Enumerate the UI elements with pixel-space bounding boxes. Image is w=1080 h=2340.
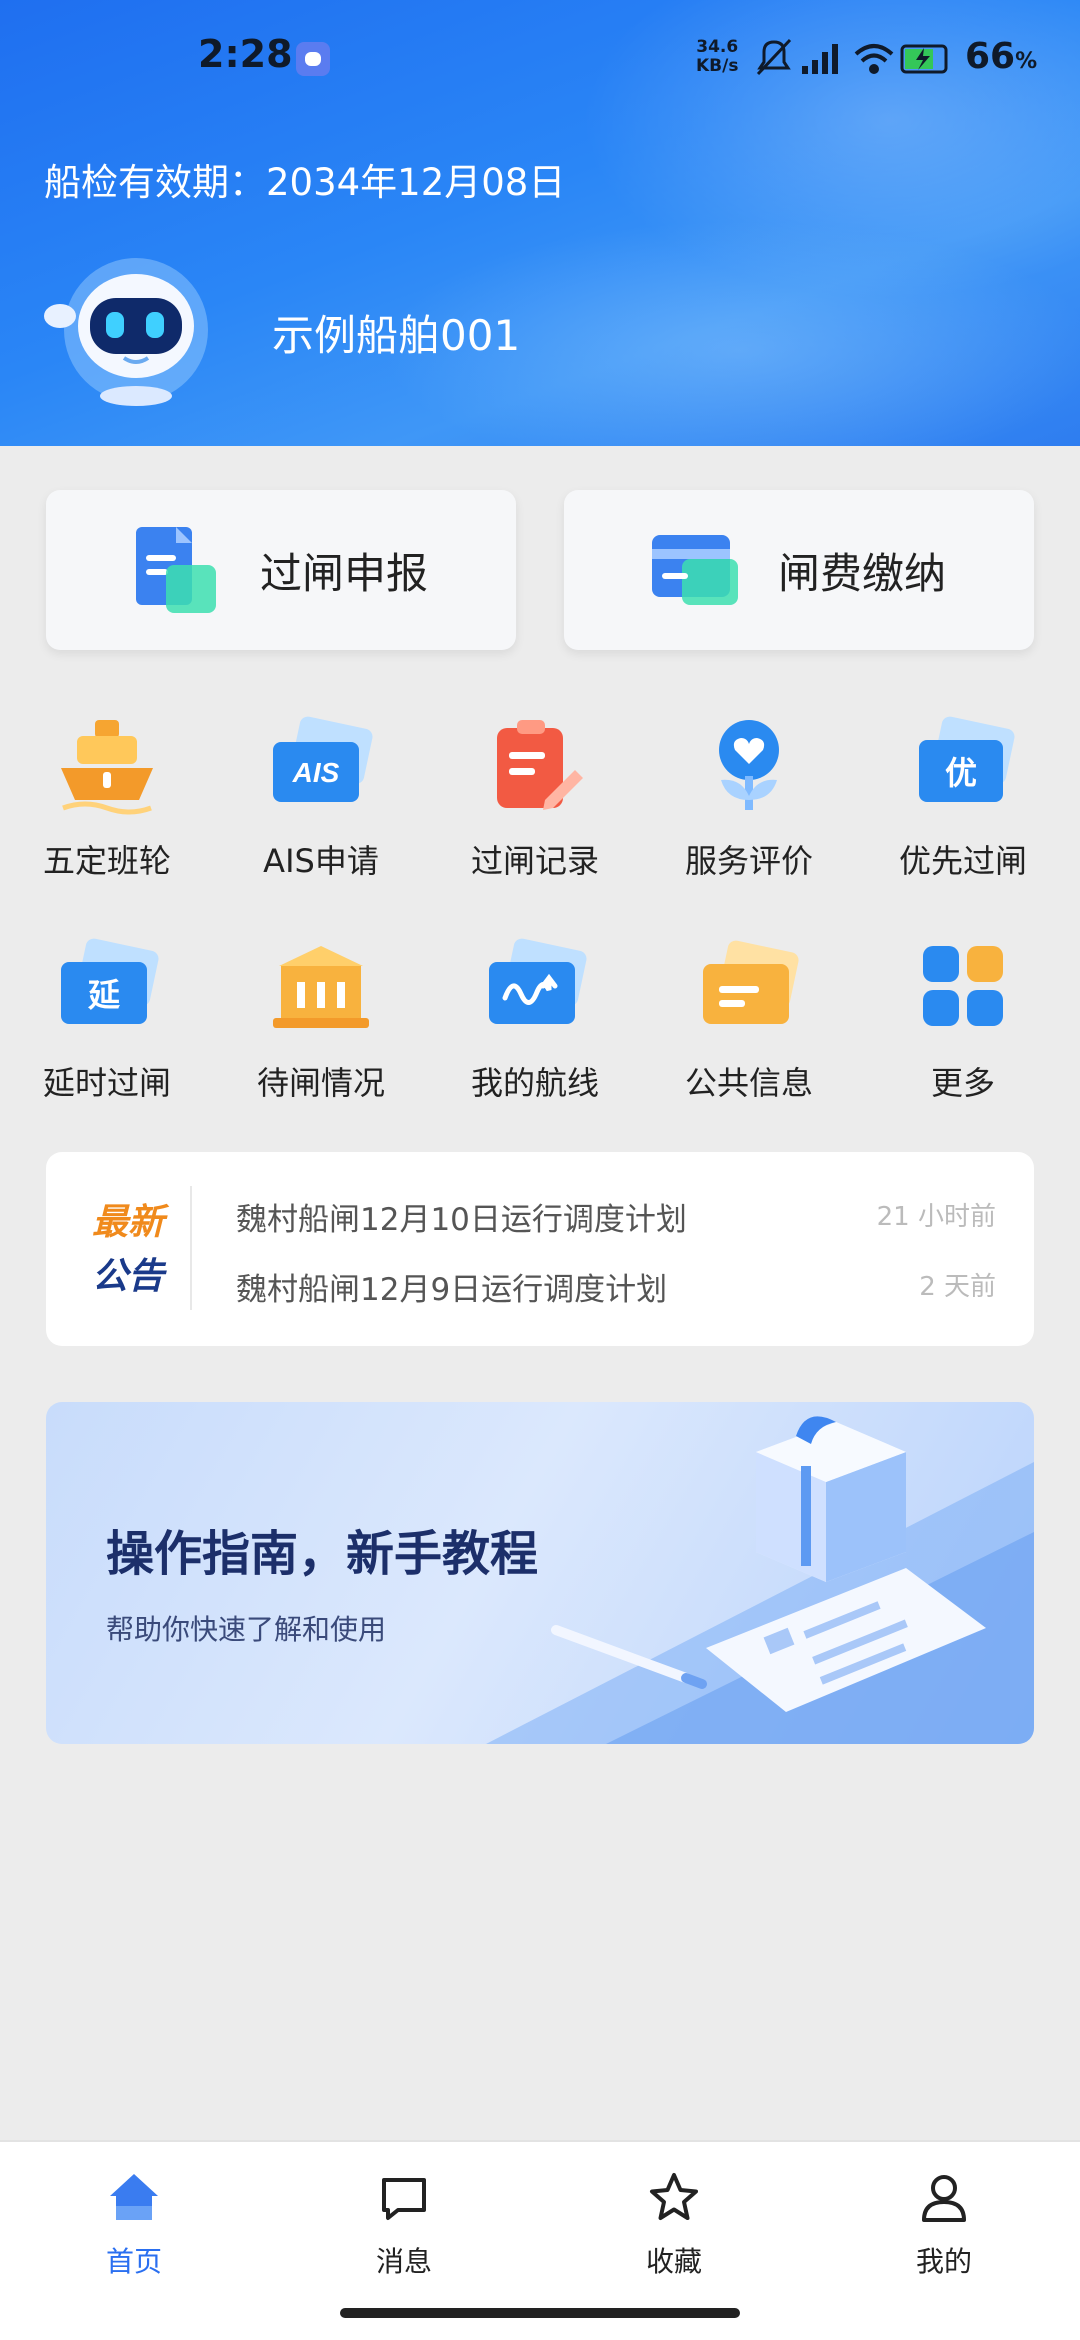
more-grid-icon [923,946,1003,1026]
lock-pass-declaration-card[interactable]: 过闸申报 [46,490,516,650]
announcement-time: 21 小时前 [876,1202,996,1232]
tab-label: 收藏 [645,2245,702,2278]
robot-avatar-icon[interactable] [44,246,224,410]
tutorial-title: 操作指南，新手教程 [106,1526,539,1582]
home-icon [110,2174,158,2220]
tab-messages[interactable]: 消息 [314,2170,494,2280]
menu-item-priority-pass[interactable]: 优 优先过闸 [856,714,1070,882]
announcement-time: 2 天前 [919,1272,996,1302]
menu-label: 延时过闸 [42,1064,171,1102]
menu-label: 优先过闸 [898,842,1027,880]
menu-label: 过闸记录 [470,842,599,880]
lock-fee-payment-card[interactable]: 闸费缴纳 [564,490,1034,650]
tab-label: 我的 [915,2245,972,2278]
menu-label: 我的航线 [470,1064,599,1102]
battery-level: 66% [965,36,1038,77]
heart-flower-icon [719,720,779,810]
ais-icon: AIS [273,716,373,802]
status-icons [756,38,948,76]
menu-item-my-route[interactable]: 我的航线 [428,936,642,1104]
route-icon [489,938,587,1024]
svg-text:优: 优 [945,754,977,792]
menu-item-delayed-pass[interactable]: 延 延时过闸 [0,936,214,1104]
delay-icon: 延 [61,938,159,1024]
network-speed: 34.6 KB/s [696,37,739,76]
menu-label: 五定班轮 [42,842,171,880]
status-time: 2:28 [198,32,293,76]
divider [190,1186,192,1310]
lock-gate-icon [273,946,369,1028]
ship-name: 示例船舶001 [272,311,521,360]
tutorial-subtitle: 帮助你快速了解和使用 [106,1613,387,1646]
menu-item-service-rating[interactable]: 服务评价 [642,714,856,882]
inspection-validity: 船检有效期：2034年12月08日 [44,161,566,204]
announcement-title: 魏村船闸12月9日运行调度计划 [236,1272,668,1308]
tab-favorites[interactable]: 收藏 [584,2170,764,2280]
svg-text:AIS: AIS [292,757,340,788]
header-banner: 2:28 34.6 KB/s 66% 船检有效期：2034年12月08日 示例船… [0,0,1080,446]
tab-home[interactable]: 首页 [44,2170,224,2280]
signal-icon [802,44,838,74]
battery-charging-icon [900,44,948,74]
menu-item-waiting-status[interactable]: 待闸情况 [214,936,428,1104]
svg-text:延: 延 [87,976,121,1014]
card-icon [652,535,738,605]
status-bar: 2:28 34.6 KB/s 66% [0,0,1080,118]
info-folder-icon [703,940,799,1024]
clipboard-icon [497,720,583,810]
menu-item-more[interactable]: 更多 [856,936,1070,1104]
menu-item-ais-application[interactable]: AIS AIS申请 [214,714,428,882]
menu-label: AIS申请 [263,842,379,880]
app-notification-icon [296,42,330,76]
menu-item-public-info[interactable]: 公共信息 [642,936,856,1104]
menu-label: 服务评价 [684,842,813,880]
message-icon [382,2178,426,2220]
user-icon [922,2175,966,2222]
tab-label: 首页 [105,2245,162,2278]
announcement-card: 最新 公告 魏村船闸12月10日运行调度计划 21 小时前 魏村船闸12月9日运… [46,1152,1034,1346]
lock-fee-payment-label: 闸费缴纳 [778,548,947,598]
wifi-icon [854,44,894,74]
lock-pass-declaration-label: 过闸申报 [260,548,429,598]
ship-icon [61,720,153,815]
announcement-badge: 最新 公告 [92,1202,165,1297]
announcement-item[interactable]: 魏村船闸12月10日运行调度计划 21 小时前 [236,1194,996,1244]
priority-icon: 优 [919,716,1015,802]
menu-label: 待闸情况 [256,1064,385,1102]
announcement-item[interactable]: 魏村船闸12月9日运行调度计划 2 天前 [236,1264,996,1314]
menu-label: 公共信息 [684,1064,813,1102]
star-icon [650,2173,698,2220]
document-icon [136,527,216,613]
tutorial-banner[interactable]: 操作指南，新手教程 帮助你快速了解和使用 [46,1402,1034,1744]
tab-profile[interactable]: 我的 [854,2170,1034,2280]
mute-bell-icon [756,38,792,76]
menu-item-pass-records[interactable]: 过闸记录 [428,714,642,882]
home-indicator[interactable] [340,2308,740,2318]
tab-label: 消息 [375,2245,432,2278]
menu-label: 更多 [930,1064,995,1102]
announcement-title: 魏村船闸12月10日运行调度计划 [236,1202,687,1238]
menu-item-scheduled-liner[interactable]: 五定班轮 [0,714,214,882]
